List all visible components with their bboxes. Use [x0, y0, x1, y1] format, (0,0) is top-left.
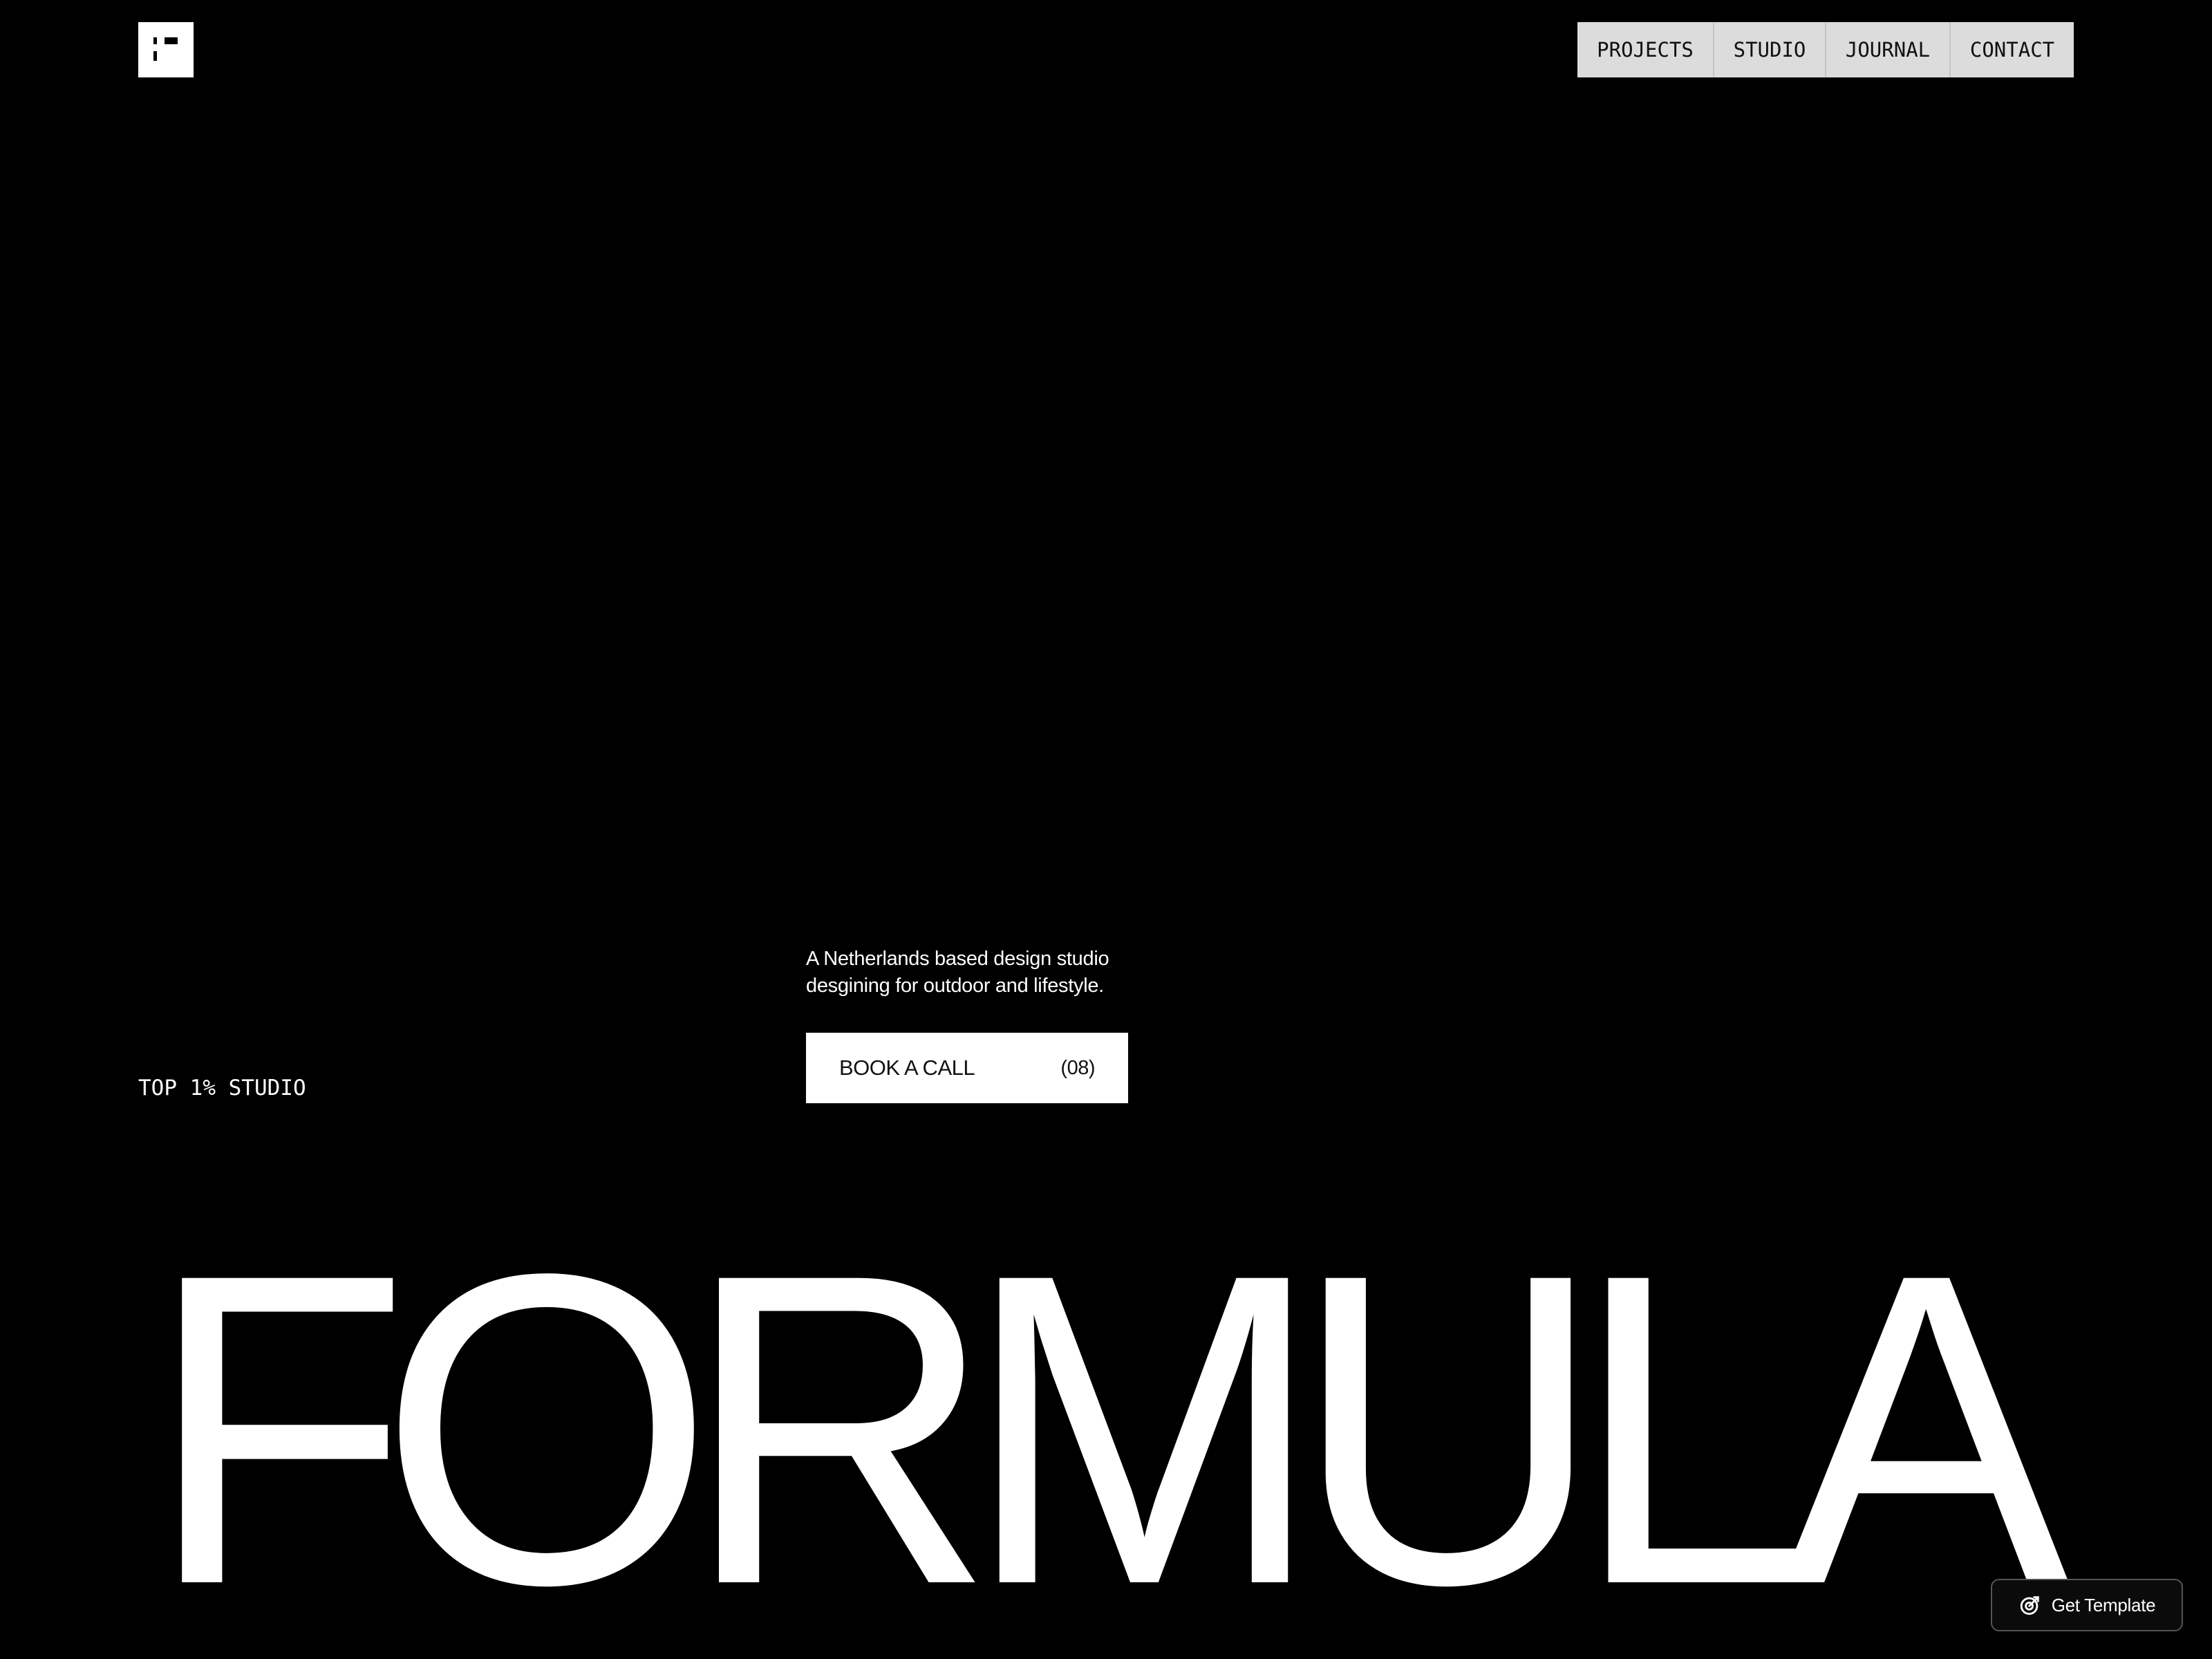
- get-template-label: Get Template: [2051, 1594, 2156, 1615]
- get-template-button[interactable]: Get Template: [1991, 1579, 2183, 1631]
- nav-projects[interactable]: PROJECTS: [1577, 22, 1714, 77]
- logo-mark-icon: [153, 51, 157, 61]
- top-studio-label: TOP 1% STUDIO: [138, 1076, 306, 1100]
- hero-headline: FORMULA: [147, 1182, 2070, 1659]
- nav-studio[interactable]: STUDIO: [1714, 22, 1826, 77]
- nav-journal[interactable]: JOURNAL: [1826, 22, 1951, 77]
- nav-contact[interactable]: CONTACT: [1951, 22, 2074, 77]
- book-a-call-button[interactable]: BOOK A CALL (08): [806, 1033, 1128, 1103]
- logo[interactable]: [138, 22, 194, 77]
- main-nav: PROJECTS STUDIO JOURNAL CONTACT: [1577, 22, 2074, 77]
- book-a-call-label: BOOK A CALL: [839, 1056, 975, 1080]
- book-a-call-count: (08): [1060, 1056, 1095, 1079]
- hero-tagline: A Netherlands based design studio desgin…: [806, 946, 1165, 1000]
- logo-mark-icon: [165, 37, 178, 44]
- framer-target-icon: [2020, 1596, 2039, 1615]
- tagline-line: A Netherlands based design studio: [806, 948, 1109, 970]
- tagline-line: desgining for outdoor and lifestyle.: [806, 975, 1104, 997]
- logo-mark-icon: [153, 37, 157, 44]
